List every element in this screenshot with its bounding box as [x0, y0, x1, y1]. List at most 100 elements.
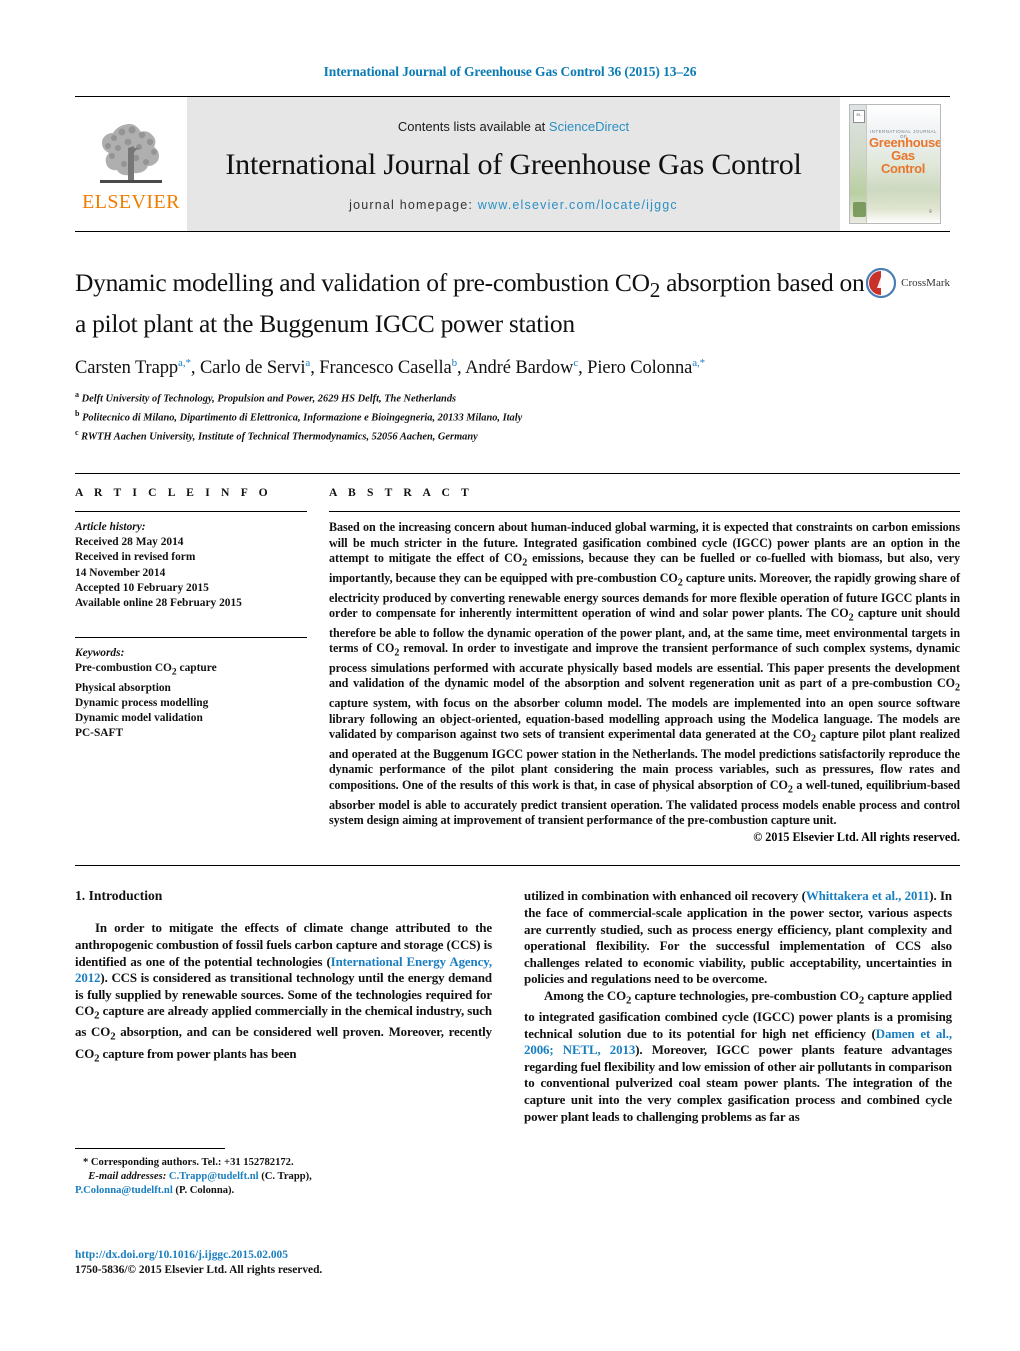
abstract-heading: A B S T R A C T — [329, 486, 473, 500]
affiliation: b Politecnico di Milano, Dipartimento di… — [75, 407, 950, 426]
journal-masthead: ELSEVIER Contents lists available at Sci… — [75, 96, 950, 232]
keyword-item: Physical absorption — [75, 681, 171, 694]
keywords-label: Keywords: — [75, 647, 125, 660]
citation-link[interactable]: Damen et al., 2006; NETL, 2013 — [524, 1027, 952, 1058]
history-item: Received 28 May 2014 — [75, 536, 184, 549]
email-link-colonna[interactable]: P.Colonna@tudelft.nl — [75, 1185, 173, 1196]
title-block: CrossMark Dynamic modelling and validati… — [75, 266, 950, 445]
paper-first-page: International Journal of Greenhouse Gas … — [0, 0, 1020, 1351]
author: Francesco Casellab — [319, 357, 458, 379]
cover-image: EL INTERNATIONAL JOURNAL OF Greenhouse G… — [849, 104, 941, 224]
crossmark-badge[interactable]: CrossMark — [866, 268, 950, 298]
sciencedirect-link[interactable]: ScienceDirect — [549, 119, 629, 134]
citation-link[interactable]: Whittakera et al., 2011 — [806, 889, 930, 903]
email-addresses-note: E-mail addresses: C.Trapp@tudelft.nl (C.… — [75, 1170, 492, 1184]
corresponding-author-note: * Corresponding authors. Tel.: +31 15278… — [75, 1156, 492, 1170]
divider — [329, 511, 960, 513]
affiliation-text: Politecnico di Milano, Dipartimento di E… — [82, 412, 523, 424]
section-divider — [75, 865, 960, 867]
crossmark-label: CrossMark — [901, 277, 950, 289]
affiliation-text: Delft University of Technology, Propulsi… — [81, 393, 457, 405]
elsevier-logo: ELSEVIER — [75, 97, 187, 231]
affiliation-mark: b — [75, 409, 80, 419]
history-item: Accepted 10 February 2015 — [75, 581, 209, 594]
cover-badge-icon — [853, 202, 866, 217]
contents-available-line: Contents lists available at ScienceDirec… — [398, 119, 629, 134]
section-heading-introduction: 1. Introduction — [75, 888, 163, 904]
author: Carlo de Servia — [199, 357, 311, 379]
body-column-left: 1. Introduction In order to mitigate the… — [75, 888, 492, 1125]
author-affil-mark: a — [305, 357, 311, 370]
author: André Bardowc — [465, 357, 579, 379]
email-addresses-note-2: P.Colonna@tudelft.nl (P. Colonna). — [75, 1184, 492, 1198]
author-name: Piero Colonna — [587, 358, 693, 379]
author-name: André Bardow — [465, 358, 574, 379]
history-item: 14 November 2014 — [75, 566, 166, 579]
abstract-column: A B S T R A C T Based on the increasing … — [329, 474, 960, 845]
intro-paragraph-right-2: Among the CO2 capture technologies, pre-… — [524, 988, 952, 1124]
author: Carsten Trappa,* — [75, 357, 191, 379]
history-item: Received in revised form — [75, 551, 196, 564]
author-name: Carsten Trapp — [75, 358, 179, 379]
cover-publisher-mark-icon: EL — [853, 110, 865, 123]
email-link-trapp[interactable]: C.Trapp@tudelft.nl — [169, 1171, 259, 1182]
affiliation-list: a Delft University of Technology, Propul… — [75, 388, 950, 445]
doi-link[interactable]: http://dx.doi.org/10.1016/j.ijggc.2015.0… — [75, 1248, 495, 1263]
elsevier-tree-icon — [100, 124, 162, 183]
author-affil-mark: a,* — [692, 357, 706, 370]
author-affil-mark: a,* — [178, 357, 191, 370]
issn-copyright: 1750-5836/© 2015 Elsevier Ltd. All right… — [75, 1264, 323, 1276]
footnote-block: * Corresponding authors. Tel.: +31 15278… — [75, 1148, 492, 1199]
title-part-1: Dynamic modelling and validation of pre-… — [75, 268, 650, 297]
history-item: Available online 28 February 2015 — [75, 596, 242, 609]
corresponding-author-text: * Corresponding authors. Tel.: +31 15278… — [82, 1157, 294, 1168]
homepage-prefix: journal homepage: — [349, 197, 478, 212]
cover-seal-icon: ⌾ — [928, 210, 932, 215]
journal-homepage-link[interactable]: www.elsevier.com/locate/ijggc — [478, 198, 678, 212]
abstract-copyright: © 2015 Elsevier Ltd. All rights reserved… — [753, 830, 960, 845]
page-title: Dynamic modelling and validation of pre-… — [75, 266, 875, 340]
author-affil-mark: c — [573, 357, 579, 370]
abstract-text: Based on the increasing concern about hu… — [329, 520, 961, 827]
article-info-heading: A R T I C L E I N F O — [75, 486, 272, 500]
crossmark-icon — [866, 268, 897, 298]
author-affil-mark: b — [451, 357, 458, 370]
info-abstract-section: A R T I C L E I N F O Article history: R… — [75, 473, 960, 845]
author-name: Francesco Casella — [319, 358, 452, 379]
affiliation: a Delft University of Technology, Propul… — [75, 388, 950, 407]
title-subscript: 2 — [649, 278, 661, 303]
journal-homepage-line: journal homepage: www.elsevier.com/locat… — [349, 198, 678, 212]
journal-banner: Contents lists available at ScienceDirec… — [187, 97, 840, 231]
running-head: International Journal of Greenhouse Gas … — [323, 64, 697, 79]
doi-block: http://dx.doi.org/10.1016/j.ijggc.2015.0… — [75, 1248, 495, 1278]
divider — [75, 637, 307, 639]
journal-cover-thumbnail: EL INTERNATIONAL JOURNAL OF Greenhouse G… — [840, 97, 950, 231]
intro-paragraph-left: In order to mitigate the effects of clim… — [75, 921, 492, 1065]
footnote-divider — [75, 1148, 225, 1149]
keyword-item: Dynamic model validation — [75, 712, 203, 725]
journal-title: International Journal of Greenhouse Gas … — [225, 147, 802, 181]
body-columns: 1. Introduction In order to mitigate the… — [75, 888, 960, 1125]
article-info-column: A R T I C L E I N F O Article history: R… — [75, 474, 307, 845]
elsevier-wordmark: ELSEVIER — [82, 191, 180, 213]
intro-paragraph-right-1: utilized in combination with enhanced oi… — [524, 889, 952, 987]
divider — [75, 511, 307, 513]
author-list: Carsten Trappa,*, Carlo de Servia, Franc… — [75, 357, 706, 379]
affiliation-text: RWTH Aachen University, Institute of Tec… — [81, 431, 478, 443]
affiliation-mark: a — [75, 390, 79, 400]
affiliation: c RWTH Aachen University, Institute of T… — [75, 426, 950, 445]
keyword-item: Pre-combustion CO2 capture — [75, 662, 217, 678]
author-name: Carlo de Servi — [199, 358, 306, 379]
cover-title-line2: Gas Control — [880, 148, 926, 176]
email-label: E-mail addresses: — [88, 1171, 167, 1183]
keywords-block: Keywords: Pre-combustion CO2 capture Phy… — [75, 637, 307, 741]
keyword-item: Dynamic process modelling — [75, 696, 209, 709]
cover-title: Greenhouse Gas Control — [869, 136, 940, 176]
email-person-colonna: (P. Colonna). — [172, 1185, 235, 1197]
body-column-right: utilized in combination with enhanced oi… — [524, 888, 952, 1125]
article-history-label: Article history: — [75, 521, 146, 534]
contents-prefix: Contents lists available at — [397, 118, 549, 134]
affiliation-mark: c — [75, 428, 79, 438]
email-person-trapp: (C. Trapp), — [258, 1171, 312, 1183]
citation-link[interactable]: International Energy Agency, 2012 — [75, 955, 492, 986]
